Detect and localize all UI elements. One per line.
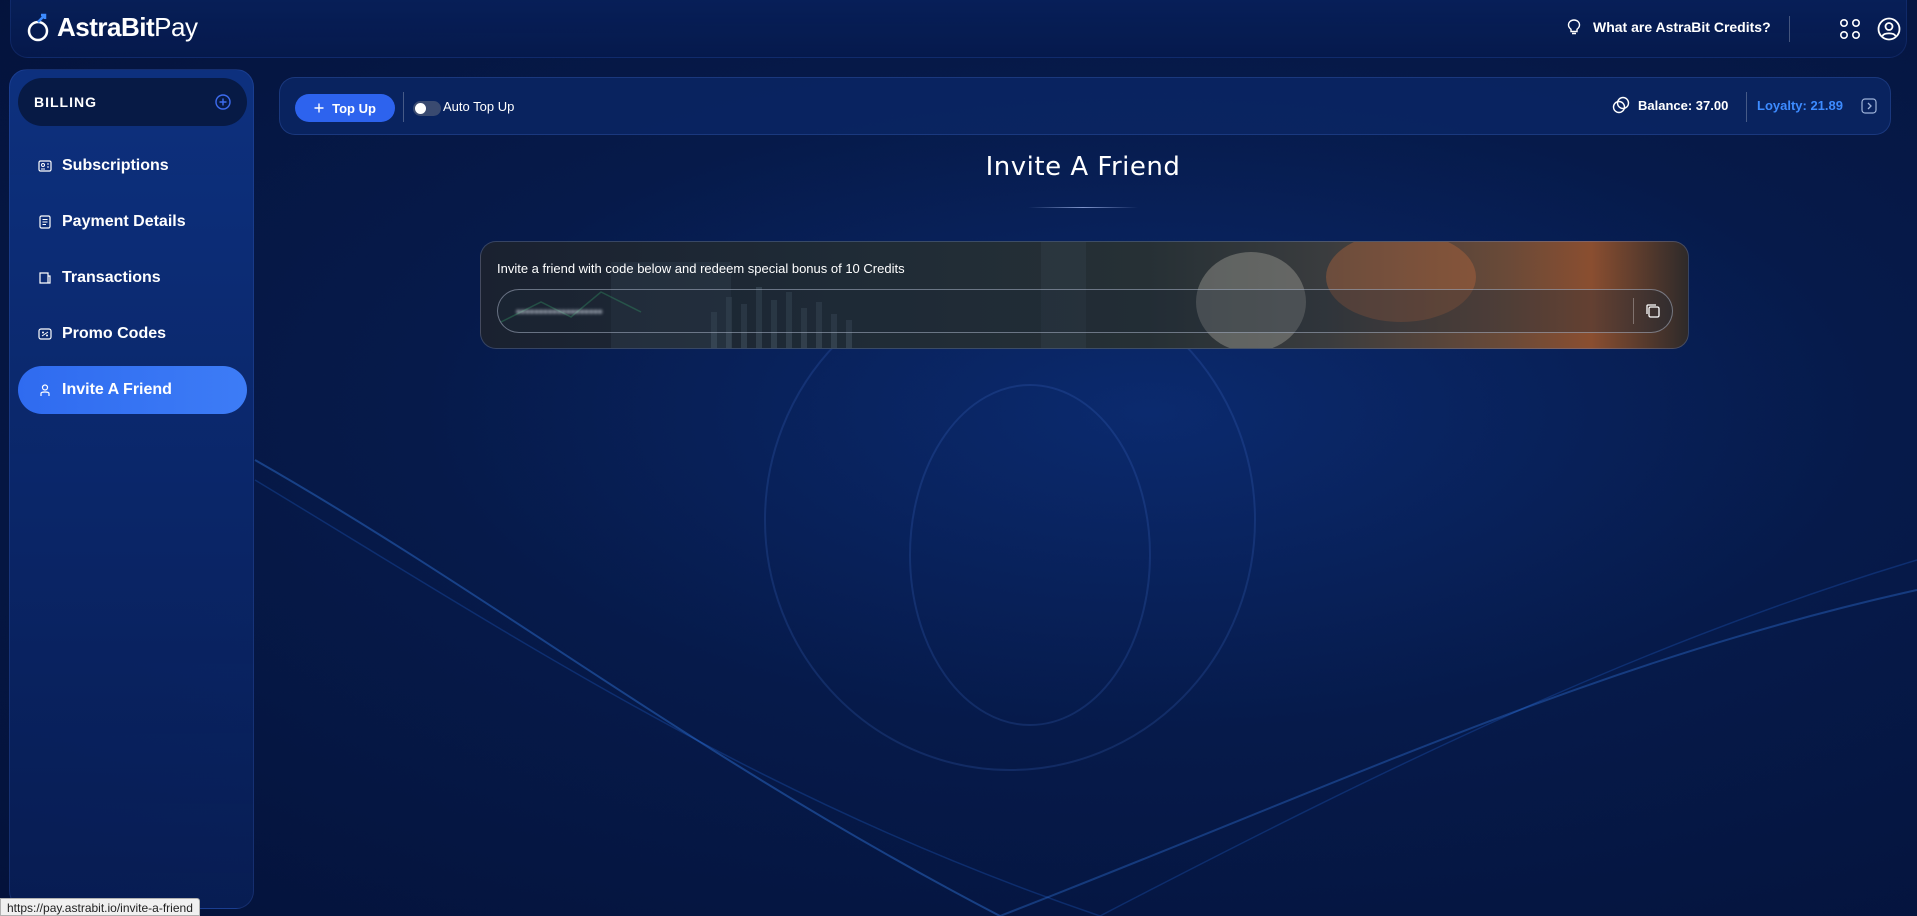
ticket-icon	[38, 328, 52, 340]
header-divider	[1789, 16, 1790, 42]
auto-top-up-toggle[interactable]	[413, 101, 441, 116]
lightbulb-icon	[1567, 19, 1581, 35]
balance-display: Balance: 37.00	[1612, 96, 1728, 114]
brand-name: AstraBitPay	[57, 12, 198, 42]
id-card-icon	[38, 160, 52, 172]
browser-status-url: https://pay.astrabit.io/invite-a-friend	[0, 898, 200, 916]
background-decoration	[254, 269, 1917, 916]
document-icon	[39, 215, 51, 229]
sidebar-item-invite-a-friend[interactable]: Invite A Friend	[18, 366, 247, 414]
astrabit-logo-icon	[27, 13, 49, 41]
sidebar-item-subscriptions[interactable]: Subscriptions	[18, 142, 247, 190]
user-profile-icon[interactable]	[1877, 17, 1901, 41]
sidebar-item-promo-codes[interactable]: Promo Codes	[18, 310, 247, 358]
top-header: AstraBitPay What are AstraBit Credits?	[10, 0, 1907, 58]
plus-icon	[314, 103, 324, 113]
top-up-label: Top Up	[332, 100, 376, 116]
top-up-button[interactable]: Top Up	[295, 94, 395, 122]
sidebar: BILLING Subscriptions Payment Details Tr…	[9, 69, 254, 909]
billing-toolbar: Top Up Auto Top Up Balance: 37.00 Loyalt…	[279, 77, 1891, 135]
sidebar-item-label: Invite A Friend	[62, 381, 172, 398]
user-icon	[40, 384, 50, 396]
sidebar-item-label: Transactions	[62, 269, 161, 286]
astrabit-credits-help-link[interactable]: What are AstraBit Credits?	[1567, 19, 1771, 35]
receipt-icon	[39, 272, 51, 284]
loyalty-link[interactable]: Loyalty: 21.89	[1757, 98, 1843, 113]
apps-grid-icon[interactable]	[1839, 18, 1861, 40]
toolbar-divider	[1746, 92, 1747, 122]
help-link-text: What are AstraBit Credits?	[1593, 19, 1771, 35]
toolbar-divider	[403, 92, 404, 122]
invite-code-input[interactable]	[498, 290, 1628, 332]
billing-section-header[interactable]: BILLING	[18, 78, 247, 126]
title-underline	[1028, 207, 1138, 208]
plus-circle-icon[interactable]	[215, 94, 231, 110]
coins-icon	[1612, 96, 1630, 114]
balance-text: Balance: 37.00	[1638, 97, 1729, 113]
invite-instructions: Invite a friend with code below and rede…	[497, 261, 905, 276]
sidebar-item-label: Payment Details	[62, 213, 186, 230]
sidebar-item-payment-details[interactable]: Payment Details	[18, 198, 247, 246]
invite-code-card: Invite a friend with code below and rede…	[480, 241, 1689, 349]
astrabit-logo[interactable]: AstraBitPay	[27, 12, 198, 43]
billing-label: BILLING	[34, 94, 97, 110]
toggle-knob	[415, 103, 426, 114]
copy-icon[interactable]	[1644, 302, 1662, 320]
sidebar-item-label: Subscriptions	[62, 157, 169, 174]
copy-divider	[1633, 298, 1634, 324]
chevron-right-icon[interactable]	[1861, 98, 1877, 114]
sidebar-item-transactions[interactable]: Transactions	[18, 254, 247, 302]
auto-top-up-label: Auto Top Up	[443, 99, 515, 114]
sidebar-item-label: Promo Codes	[62, 325, 167, 342]
page-title: Invite A Friend	[985, 152, 1181, 182]
invite-code-field	[497, 289, 1673, 333]
